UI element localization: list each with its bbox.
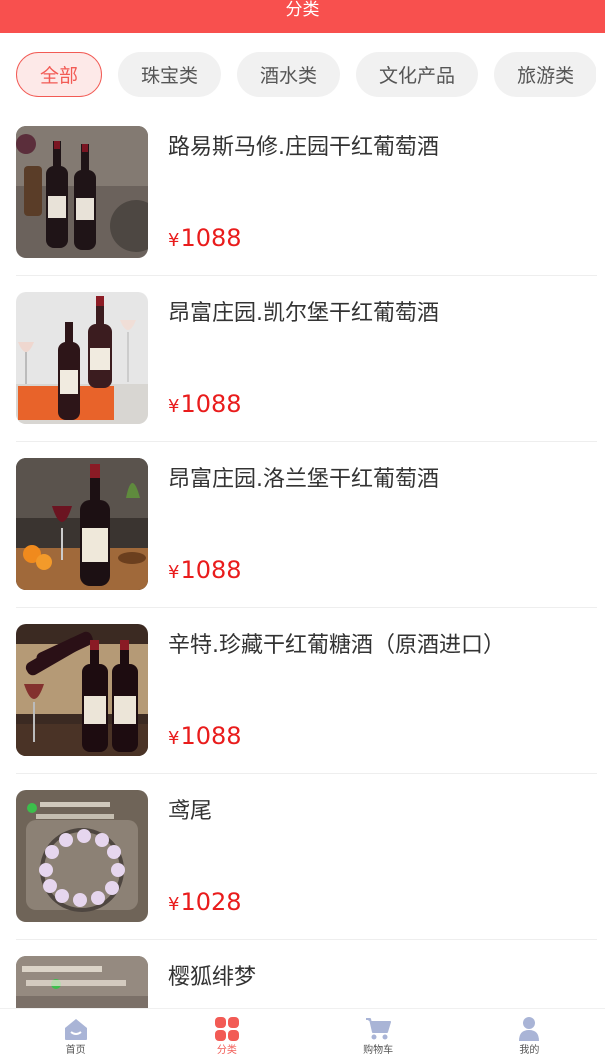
product-item[interactable]: 路易斯马修.庄园干红葡萄酒 ¥1088 [16, 110, 597, 276]
product-name[interactable]: 昂富庄园.凯尔堡干红葡萄酒 [168, 300, 439, 328]
tabbar-category-label: 分类 [216, 1045, 237, 1056]
product-price: ¥1088 [168, 556, 242, 584]
tab-culture[interactable]: 文化产品 [356, 52, 479, 97]
product-image[interactable] [16, 624, 148, 756]
tab-travel[interactable]: 旅游类 [494, 52, 596, 97]
category-tabs: 全部 珠宝类 酒水类 文化产品 旅游类 [0, 52, 605, 98]
product-item[interactable]: 昂富庄园.凯尔堡干红葡萄酒 ¥1088 [16, 276, 597, 442]
category-icon [213, 1015, 241, 1043]
tabbar-profile[interactable]: 我的 [454, 1009, 605, 1057]
tab-jewelry[interactable]: 珠宝类 [118, 52, 222, 97]
product-price: ¥1088 [168, 224, 242, 252]
page-title: 分类 [285, 0, 320, 20]
product-image[interactable] [16, 292, 148, 424]
product-item[interactable]: 辛特.珍藏干红葡糖酒（原酒进口） ¥1088 [16, 608, 597, 774]
tabbar-home[interactable]: 首页 [0, 1009, 151, 1057]
product-price: ¥1088 [168, 722, 242, 750]
product-name[interactable]: 辛特.珍藏干红葡糖酒（原酒进口） [168, 632, 505, 660]
tabbar-cart[interactable]: 购物车 [303, 1009, 454, 1057]
product-price: ¥1088 [168, 390, 242, 418]
tabbar-profile-label: 我的 [519, 1045, 540, 1056]
product-image[interactable] [16, 956, 148, 1008]
cart-icon [364, 1015, 392, 1043]
product-image[interactable] [16, 126, 148, 258]
product-item[interactable]: 鸢尾 ¥1028 [16, 774, 597, 940]
product-name[interactable]: 樱狐绯梦 [168, 964, 256, 992]
top-bar: 分类 [0, 0, 605, 33]
bottom-tab-bar: 首页 分类 购物车 我的 [0, 1008, 605, 1057]
product-price: ¥1028 [168, 888, 242, 916]
product-item[interactable]: 昂富庄园.洛兰堡干红葡萄酒 ¥1088 [16, 442, 597, 608]
product-name[interactable]: 鸢尾 [168, 798, 212, 826]
tabbar-cart-label: 购物车 [363, 1045, 394, 1056]
user-icon [515, 1015, 543, 1043]
tab-all[interactable]: 全部 [16, 52, 103, 97]
tabbar-home-label: 首页 [65, 1045, 86, 1056]
product-image[interactable] [16, 790, 148, 922]
product-item[interactable]: 樱狐绯梦 [16, 940, 597, 1008]
tab-liquor[interactable]: 酒水类 [237, 52, 341, 97]
product-name[interactable]: 昂富庄园.洛兰堡干红葡萄酒 [168, 466, 439, 494]
product-list: 路易斯马修.庄园干红葡萄酒 ¥1088 昂富庄园.凯尔堡干红葡萄酒 ¥1088 [16, 110, 597, 1008]
tabbar-category[interactable]: 分类 [151, 1009, 302, 1057]
home-icon [62, 1015, 90, 1043]
product-image[interactable] [16, 458, 148, 590]
product-name[interactable]: 路易斯马修.庄园干红葡萄酒 [168, 134, 439, 162]
